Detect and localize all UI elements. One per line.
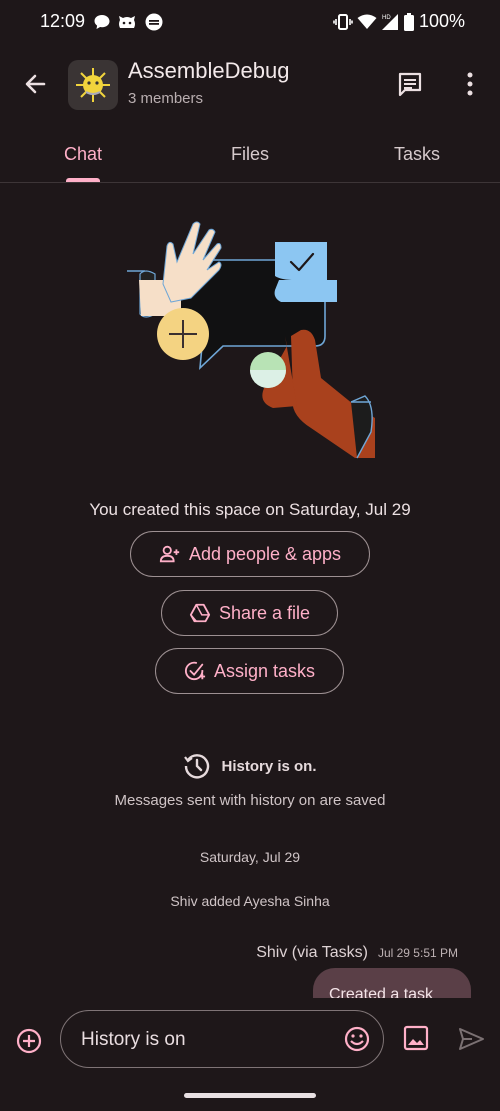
- active-tab-indicator: [66, 178, 100, 182]
- threads-icon[interactable]: [392, 66, 428, 102]
- back-arrow-icon[interactable]: [16, 64, 56, 104]
- image-icon[interactable]: [402, 1024, 430, 1052]
- status-time: 12:09: [40, 11, 86, 31]
- message-time: Jul 29 5:51 PM: [377, 946, 458, 960]
- tab-chat[interactable]: Chat: [23, 144, 143, 165]
- share-file-label: Share a file: [218, 602, 311, 623]
- sync-app-icon: [145, 13, 163, 31]
- navigation-bar: [0, 1082, 500, 1111]
- assign-tasks-label: Assign tasks: [213, 660, 316, 681]
- add-circle-icon[interactable]: [12, 1024, 46, 1058]
- more-vert-icon[interactable]: [452, 66, 488, 102]
- svg-text:HD: HD: [382, 15, 391, 21]
- message-header: Shiv (via Tasks) Jul 29 5:51 PM: [256, 944, 458, 962]
- chat-bubble-icon: [94, 15, 110, 29]
- vibrate-icon: [333, 14, 353, 30]
- history-title: History is on.: [221, 757, 317, 775]
- gesture-handle[interactable]: [184, 1093, 316, 1098]
- message-field[interactable]: [60, 1010, 384, 1068]
- space-avatar[interactable]: [68, 60, 118, 110]
- space-title: AssembleDebug: [128, 58, 290, 83]
- person-add-icon: [159, 545, 180, 563]
- history-subtitle: Messages sent with history on are saved: [114, 792, 386, 809]
- tab-files[interactable]: Files: [190, 144, 310, 165]
- share-file-button[interactable]: Share a file: [161, 590, 338, 636]
- space-created-text: You created this space on Saturday, Jul …: [89, 500, 411, 519]
- member-count[interactable]: 3 members: [128, 90, 203, 107]
- battery-icon: [404, 13, 414, 31]
- date-separator: Saturday, Jul 29: [199, 849, 301, 865]
- history-icon: [184, 754, 210, 779]
- composer: [0, 998, 500, 1082]
- emoji-icon[interactable]: [343, 1025, 371, 1053]
- space-avatar-icon: [76, 68, 110, 102]
- wifi-icon: [357, 14, 377, 29]
- add-people-label: Add people & apps: [188, 543, 342, 564]
- battery-level: 100%: [418, 11, 465, 31]
- drive-icon: [189, 603, 211, 623]
- send-icon[interactable]: [456, 1024, 486, 1054]
- assign-tasks-button[interactable]: Assign tasks: [155, 648, 344, 694]
- tab-tasks[interactable]: Tasks: [357, 144, 477, 165]
- system-message: Shiv added Ayesha Sinha: [170, 893, 330, 909]
- signal-hd-icon: HD: [382, 14, 398, 30]
- history-notice: History is on. Messages sent with histor…: [0, 752, 500, 809]
- message-sender[interactable]: Shiv (via Tasks): [256, 944, 368, 962]
- tab-bar: Chat Files Tasks: [0, 128, 500, 183]
- message-input[interactable]: [79, 1025, 323, 1055]
- add-people-button[interactable]: Add people & apps: [130, 531, 370, 577]
- add-task-icon: [184, 661, 206, 681]
- app-bar: AssembleDebug 3 members: [0, 44, 500, 128]
- status-bar: 12:09 HD 100%: [0, 0, 500, 44]
- welcome-illustration: [127, 221, 375, 459]
- android-robot-icon: [119, 16, 135, 28]
